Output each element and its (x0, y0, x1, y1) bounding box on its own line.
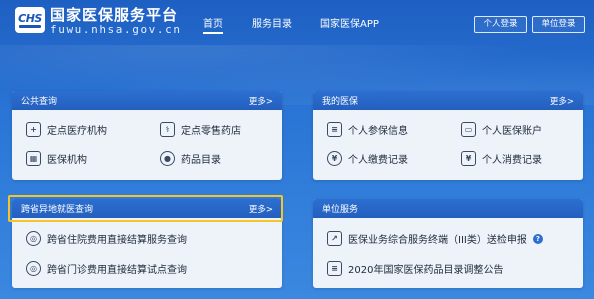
item-label: 跨省门诊费用直接结算试点查询 (47, 265, 187, 276)
top-header: CHS 国家医保服务平台 fuwu.nhsa.gov.cn 首页 服务目录 国家… (0, 0, 594, 44)
public-query-more-link[interactable]: 更多> (249, 95, 273, 107)
public-query-title: 公共查询 (21, 97, 58, 107)
unit-service-title: 单位服务 (322, 205, 359, 215)
pharmacy-icon: ⚕ (160, 122, 175, 137)
cross-province-item-inpatient[interactable]: ◎ 跨省住院费用直接结算服务查询 (26, 231, 187, 246)
account-icon: ▭ (461, 122, 476, 137)
my-insurance-title: 我的医保 (322, 97, 359, 107)
cross-province-header: 跨省异地就医查询 更多> (12, 199, 282, 218)
my-insurance-item-payment[interactable]: ¥ 个人缴费记录 (327, 151, 408, 166)
public-query-item-medicine[interactable]: ● 药品目录 (160, 151, 221, 166)
my-insurance-more-link[interactable]: 更多> (550, 95, 574, 107)
my-insurance-item-account[interactable]: ▭ 个人医保账户 (461, 122, 542, 137)
nav-app[interactable]: 国家医保APP (320, 15, 379, 30)
unit-login-button[interactable]: 单位登录 (532, 16, 585, 33)
my-insurance-header: 我的医保 更多> (313, 91, 583, 110)
cross-province-item-outpatient[interactable]: ◎ 跨省门诊费用直接结算试点查询 (26, 261, 187, 276)
cross-province-more-link[interactable]: 更多> (249, 203, 273, 215)
my-insurance-item-insured-info[interactable]: ≡ 个人参保信息 (327, 122, 408, 137)
item-label: 个人参保信息 (348, 126, 408, 137)
unit-service-item-announcement[interactable]: ≡ 2020年国家医保药品目录调整公告 (327, 261, 503, 276)
item-label: 个人缴费记录 (348, 155, 408, 166)
insured-info-icon: ≡ (327, 122, 342, 137)
item-label: 2020年国家医保药品目录调整公告 (348, 265, 504, 276)
outpatient-icon: ◎ (26, 261, 41, 276)
my-insurance-item-consumption[interactable]: ¥ 个人消费记录 (461, 151, 542, 166)
payment-icon: ¥ (327, 151, 342, 166)
personal-login-button[interactable]: 个人登录 (474, 16, 527, 33)
item-label: 个人医保账户 (482, 126, 542, 137)
item-label: 医保业务综合服务终端（III类）送检申报 (348, 235, 527, 246)
item-label: 定点医疗机构 (47, 126, 107, 137)
unit-service-header: 单位服务 (313, 199, 583, 218)
public-query-item-org[interactable]: ▦ 医保机构 (26, 151, 87, 166)
cross-province-title: 跨省异地就医查询 (21, 205, 94, 215)
public-query-card: 公共查询 更多> + 定点医疗机构 ⚕ 定点零售药店 ▦ 医保机构 ● 药品目录 (12, 91, 282, 180)
logo-badge-text: CHS (18, 11, 42, 25)
public-query-item-pharmacy[interactable]: ⚕ 定点零售药店 (160, 122, 241, 137)
unit-service-item-terminal[interactable]: ↗ 医保业务综合服务终端（III类）送检申报 ? (327, 231, 543, 246)
logo-bar (19, 24, 41, 28)
item-label: 定点零售药店 (181, 126, 241, 137)
consumption-icon: ¥ (461, 151, 476, 166)
site-title[interactable]: 国家医保服务平台 (50, 4, 178, 25)
public-query-item-hospital[interactable]: + 定点医疗机构 (26, 122, 107, 137)
item-label: 药品目录 (181, 155, 221, 166)
item-label: 跨省住院费用直接结算服务查询 (47, 235, 187, 246)
public-query-header: 公共查询 更多> (12, 91, 282, 110)
hospital-icon: + (26, 122, 41, 137)
chs-logo[interactable]: CHS (15, 7, 45, 33)
nav-home[interactable]: 首页 (203, 15, 223, 34)
item-label: 医保机构 (47, 155, 87, 166)
help-icon[interactable]: ? (532, 233, 543, 244)
my-insurance-card: 我的医保 更多> ≡ 个人参保信息 ▭ 个人医保账户 ¥ 个人缴费记录 ¥ 个人… (313, 91, 583, 180)
site-url: fuwu.nhsa.gov.cn (50, 23, 182, 36)
unit-service-card: 单位服务 ↗ 医保业务综合服务终端（III类）送检申报 ? ≡ 2020年国家医… (313, 199, 583, 288)
org-icon: ▦ (26, 151, 41, 166)
item-label: 个人消费记录 (482, 155, 542, 166)
terminal-icon: ↗ (327, 231, 342, 246)
cross-province-card: 跨省异地就医查询 更多> ◎ 跨省住院费用直接结算服务查询 ◎ 跨省门诊费用直接… (12, 199, 282, 288)
nav-service-catalog[interactable]: 服务目录 (252, 15, 292, 30)
announcement-icon: ≡ (327, 261, 342, 276)
inpatient-icon: ◎ (26, 231, 41, 246)
medicine-icon: ● (160, 151, 175, 166)
